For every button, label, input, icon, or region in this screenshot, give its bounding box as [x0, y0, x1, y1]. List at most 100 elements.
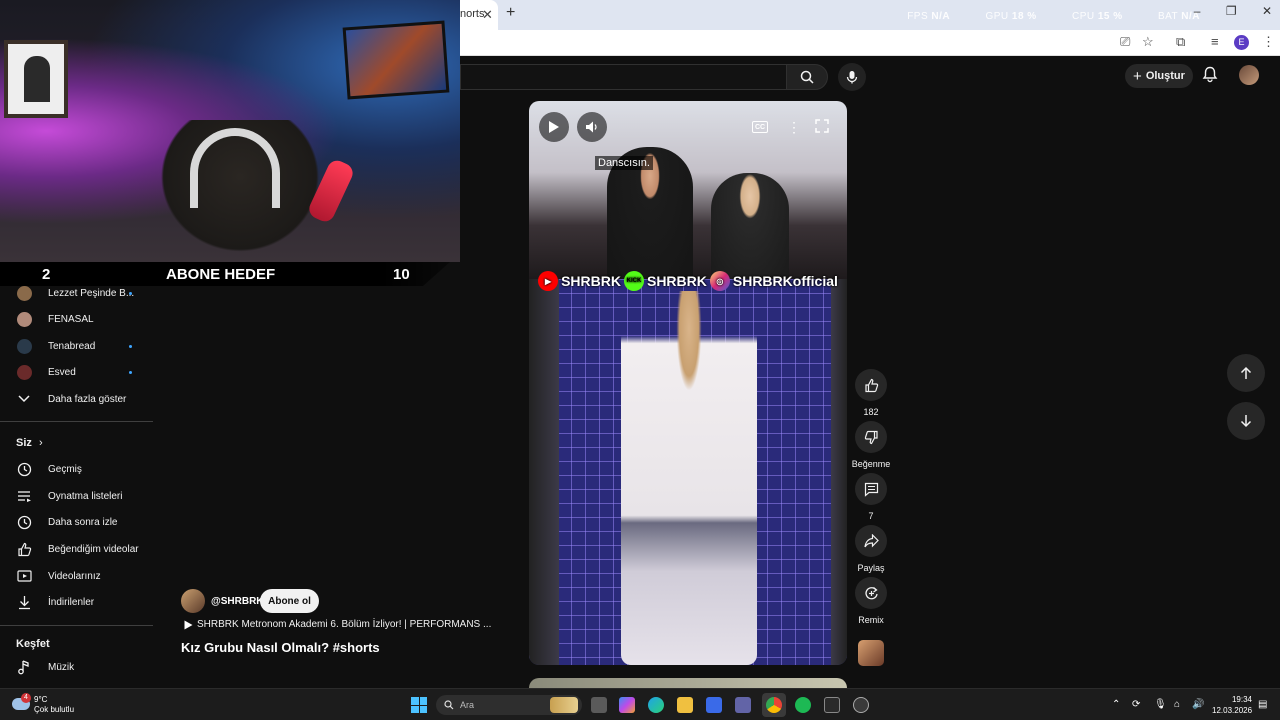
youtube-icon: ▶ [538, 271, 559, 291]
you-section-heading[interactable]: Siz › [16, 437, 43, 449]
like-button[interactable]: 182 [854, 369, 888, 417]
fps-value: N/A [931, 11, 951, 22]
linked-video-link[interactable]: SHRBRK Metronom Akademi 6. Bölüm İzliyor… [184, 619, 491, 630]
search-button[interactable] [786, 64, 828, 90]
sidebar-divider [0, 625, 153, 626]
tab-title: norts [460, 8, 485, 20]
dislike-button[interactable]: Beğenme [852, 421, 890, 469]
sidebar-item-downloads[interactable]: İndirilenler [0, 589, 153, 615]
sidebar-item-liked-videos[interactable]: Beğendiğim videolar [0, 536, 153, 562]
sidebar-item-your-videos[interactable]: Videolarınız [0, 563, 153, 589]
tab-close-icon[interactable]: ✕ [482, 7, 493, 23]
watch-later-icon [16, 514, 32, 530]
gpu-label: GPU [985, 11, 1009, 22]
gpu-value: 18 % [1011, 11, 1037, 22]
notification-center-icon[interactable]: ▤ [1258, 699, 1267, 710]
social-handles: ▶ SHRBRK KICK SHRBRK ◎ SHRBRKofficial [529, 269, 847, 293]
goal-current: 2 [42, 266, 51, 283]
chrome-menu-icon[interactable]: ⋮ [1262, 34, 1275, 50]
extensions-icon[interactable]: ⧉ [1176, 34, 1185, 50]
close-window-icon[interactable]: ✕ [1262, 4, 1272, 18]
account-avatar[interactable] [1239, 65, 1259, 85]
notifications-bell-icon[interactable] [1202, 66, 1218, 88]
edge-icon[interactable] [648, 697, 664, 713]
performance-overlay: FPS N/A GPU 18 % CPU 15 % BAT N/A [875, 11, 1200, 22]
shorts-player[interactable]: Danscısın. ▶ SHRBRK KICK SHRBRK ◎ SHRBRK… [529, 101, 847, 665]
video-side-left [529, 279, 559, 665]
microphone-tray-icon[interactable]: 🎙 [1154, 699, 1167, 710]
search-input[interactable] [460, 64, 786, 90]
maximize-icon[interactable]: ❐ [1226, 4, 1237, 18]
your-videos-icon [16, 568, 32, 584]
sidebar-item-music[interactable]: Müzik [0, 654, 153, 680]
show-more-label: Daha fazla göster [48, 393, 127, 405]
voice-search-button[interactable] [838, 63, 866, 91]
goal-label: ABONE HEDEF [166, 266, 276, 283]
you-heading-label: Siz [16, 437, 32, 449]
file-explorer-icon[interactable] [677, 697, 693, 713]
weather-temp: 9°C [34, 695, 48, 704]
sidebar-item-history[interactable]: Geçmiş [0, 456, 153, 482]
sidebar-subscription-item[interactable]: Tenabread [0, 333, 153, 359]
more-options-icon[interactable]: ⋮ [787, 119, 801, 136]
weather-desc: Çok bulutlu [34, 705, 75, 714]
channel-avatar [16, 311, 32, 327]
app-icon[interactable] [824, 697, 840, 713]
remix-button[interactable]: Remix [854, 577, 888, 625]
microsoft-store-icon[interactable] [706, 697, 722, 713]
channel-avatar[interactable] [181, 589, 205, 613]
teams-icon[interactable] [735, 697, 751, 713]
person-right [711, 173, 789, 279]
spotify-icon[interactable] [795, 697, 811, 713]
goal-target: 10 [393, 266, 410, 283]
explore-section-heading: Keşfet [16, 638, 50, 650]
next-short-button[interactable] [1227, 402, 1265, 440]
comments-button[interactable]: 7 [854, 473, 888, 521]
social-handle: SHRBRKofficial [732, 273, 838, 289]
media-controls-icon[interactable]: ≡ [1211, 34, 1219, 49]
webcam-overlay [0, 0, 460, 262]
copilot-icon[interactable] [619, 697, 635, 713]
sidebar: Lezzet Peşinde B... FENASAL Tenabread Es… [0, 258, 153, 688]
captions-icon[interactable]: CC [752, 121, 768, 133]
headphones [190, 128, 280, 208]
new-content-dot [129, 370, 132, 374]
speaker-icon[interactable]: 🔊 [1192, 699, 1204, 710]
share-label: Paylaş [857, 563, 885, 573]
obs-icon[interactable] [853, 697, 869, 713]
create-button[interactable]: + Oluştur [1125, 64, 1193, 88]
volume-button[interactable] [577, 112, 607, 142]
network-icon[interactable]: ⌂ [1174, 699, 1180, 710]
subscribe-button[interactable]: Abone ol [260, 589, 319, 613]
play-icon [549, 121, 559, 133]
sync-icon[interactable]: ⟳ [1132, 699, 1140, 710]
share-button[interactable]: Paylaş [854, 525, 888, 573]
sidebar-subscription-item[interactable]: Esved [0, 359, 153, 385]
windows-taskbar: 4 9°C Çok bulutlu Ara ⌃ ⟳ 🎙 ⌂ 🔊 19:34 12… [0, 688, 1280, 720]
search-icon [800, 70, 814, 84]
sidebar-subscription-item[interactable]: FENASAL [0, 306, 153, 332]
previous-short-button[interactable] [1227, 354, 1265, 392]
minimize-icon[interactable]: – [1194, 4, 1201, 18]
fullscreen-icon[interactable] [815, 119, 829, 138]
performer [621, 291, 757, 665]
new-tab-icon[interactable]: + [506, 4, 515, 22]
play-icon [184, 620, 193, 629]
windows-start-icon[interactable] [411, 697, 427, 713]
task-view-icon[interactable] [591, 697, 607, 713]
channel-avatar [16, 285, 32, 301]
tray-overflow-icon[interactable]: ⌃ [1112, 699, 1120, 710]
sidebar-item-watch-later[interactable]: Daha sonra izle [0, 509, 153, 535]
bookmark-star-icon[interactable]: ☆ [1142, 34, 1154, 50]
show-more-button[interactable]: Daha fazla göster [0, 386, 153, 412]
weather-widget[interactable]: 9°C Çok bulutlu [34, 695, 74, 715]
cast-icon[interactable]: ⎚ [1120, 34, 1130, 50]
sidebar-item-playlists[interactable]: Oynatma listeleri [0, 483, 153, 509]
profile-avatar[interactable]: E [1234, 35, 1249, 50]
chrome-icon[interactable] [766, 697, 782, 713]
cpu-value: 15 % [1097, 11, 1123, 22]
sound-thumbnail[interactable] [858, 640, 884, 666]
play-button[interactable] [539, 112, 569, 142]
channel-handle[interactable]: @SHRBRK [211, 596, 264, 607]
taskbar-clock[interactable]: 19:34 12.03.2026 [1212, 694, 1252, 716]
